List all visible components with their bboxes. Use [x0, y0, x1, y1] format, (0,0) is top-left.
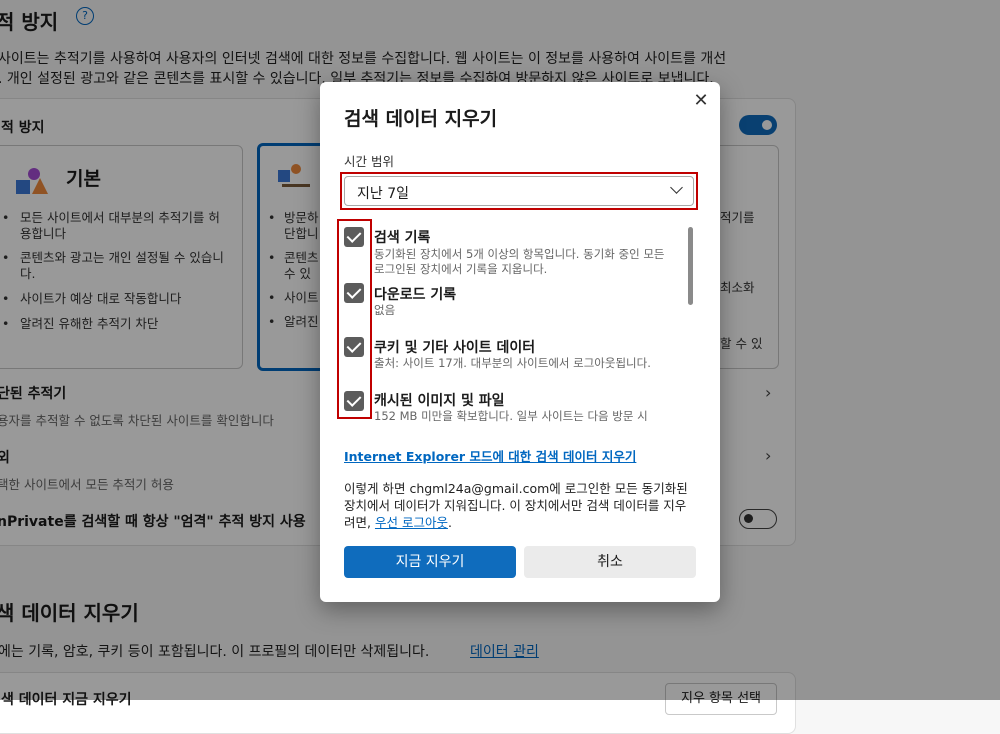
item-title: 다운로드 기록 [374, 287, 457, 303]
scrollbar-thumb[interactable] [688, 227, 693, 305]
ie-mode-clear-link[interactable]: Internet Explorer 모드에 대한 검색 데이터 지우기 [344, 446, 636, 465]
time-range-label: 시간 범위 [344, 154, 394, 169]
item-desc: 152 MB 미만을 확보합니다. 일부 사이트는 다음 방문 시 [374, 409, 648, 423]
sync-note-end: . [447, 515, 452, 530]
item-title: 검색 기록 [374, 230, 431, 246]
highlight-box-time-range [340, 172, 698, 210]
sync-note: 이렇게 하면 chgml24a@gmail.com에 로그인한 모든 동기화된 … [344, 480, 694, 531]
clear-now-button[interactable]: 지금 지우기 [344, 546, 516, 578]
item-desc: 출처: 사이트 17개. 대부분의 사이트에서 로그아웃됩니다. [374, 356, 651, 370]
highlight-box-checkboxes [337, 219, 372, 419]
item-desc: 없음 [374, 303, 396, 317]
item-desc: 동기화된 장치에서 5개 이상의 항목입니다. 동기화 중인 모든 로그인된 장… [374, 247, 665, 276]
item-title: 쿠키 및 기타 사이트 데이터 [374, 340, 536, 356]
cancel-button[interactable]: 취소 [524, 546, 696, 578]
close-icon[interactable]: ✕ [690, 90, 712, 112]
item-title: 캐시된 이미지 및 파일 [374, 393, 505, 409]
sign-out-link[interactable]: 우선 로그아웃 [375, 515, 448, 530]
clear-browsing-data-dialog: 검색 데이터 지우기 ✕ 시간 범위 지난 7일 검색 기록 동기화된 장치에서… [320, 82, 720, 602]
dialog-title: 검색 데이터 지우기 [344, 108, 498, 130]
